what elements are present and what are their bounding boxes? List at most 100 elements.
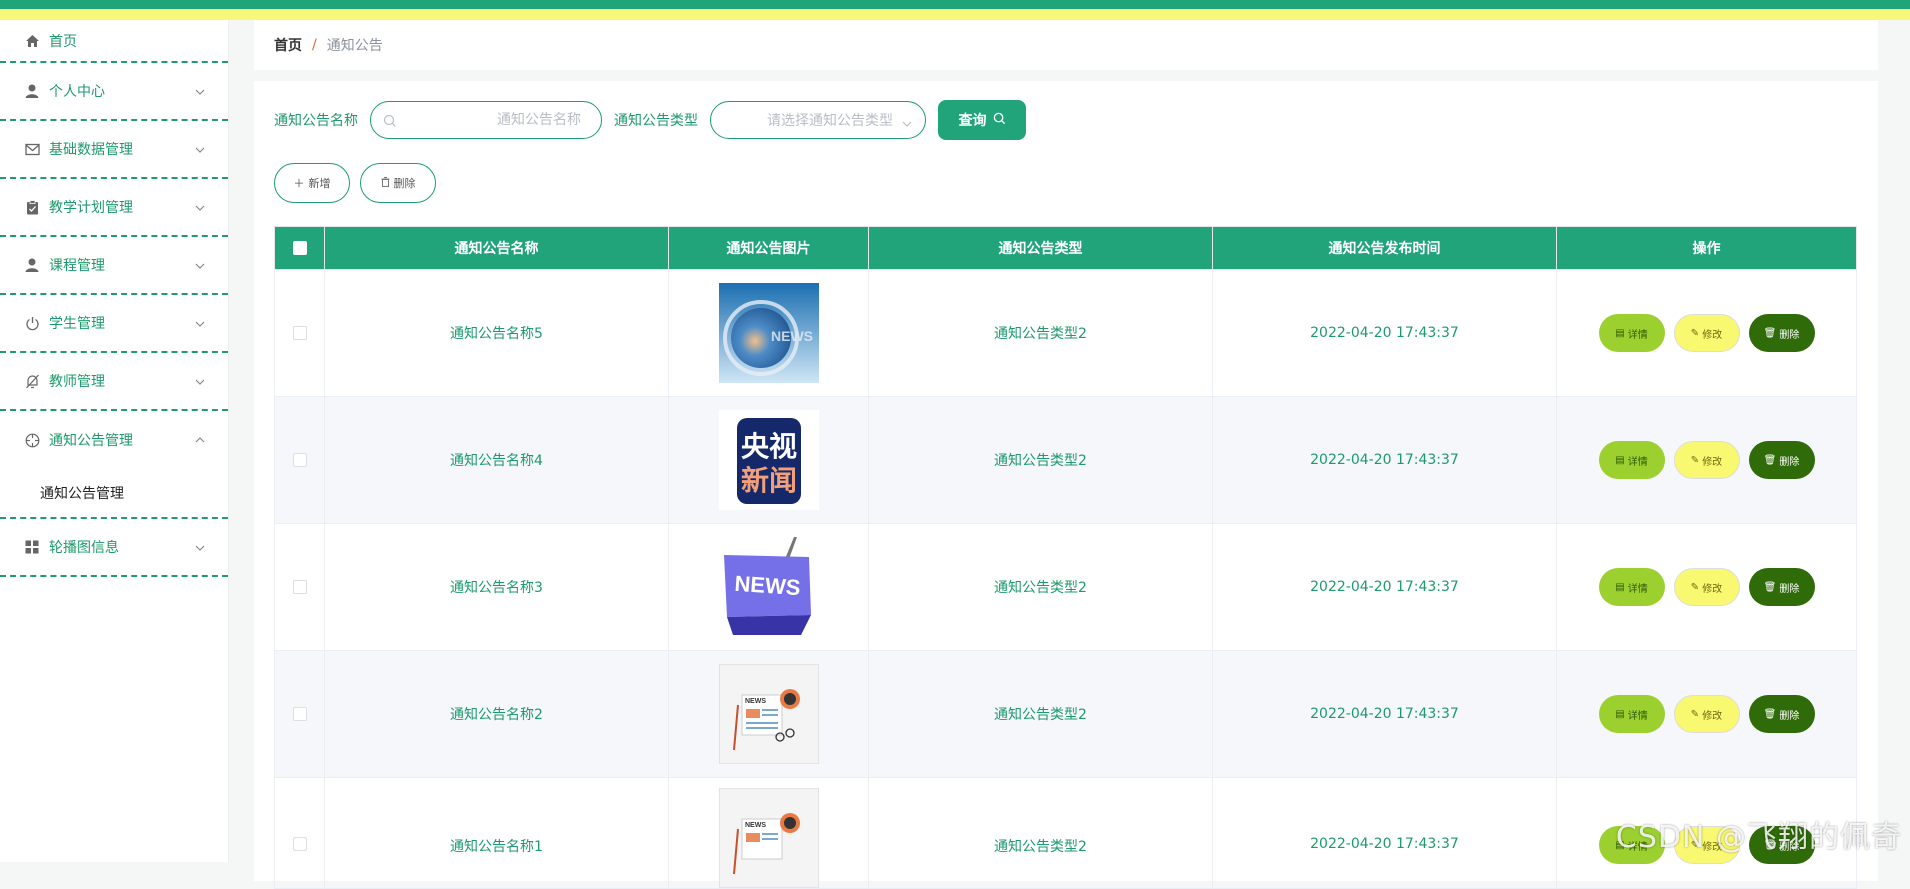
row-checkbox[interactable] [293, 707, 307, 721]
notice-time-cell: 2022-04-20 17:43:37 [1213, 397, 1557, 524]
select-all-header [275, 227, 325, 270]
top-color-bar [0, 0, 1910, 20]
edit-button-label: 修改 [1702, 453, 1722, 468]
table-header-row: 通知公告名称 通知公告图片 通知公告类型 通知公告发布时间 操作 [275, 227, 1857, 270]
detail-button[interactable]: ▤详情 [1599, 568, 1665, 606]
trash-icon: 🗑 [1764, 328, 1777, 339]
row-checkbox[interactable] [293, 326, 307, 340]
news-key-image[interactable]: NEWS [719, 537, 819, 637]
notice-type-cell: 通知公告类型2 [869, 651, 1213, 778]
cctv-news-logo-image[interactable]: 央视 新闻 [719, 410, 819, 510]
delete-button[interactable]: 🗑删除 [1749, 695, 1815, 733]
row-checkbox[interactable] [293, 453, 307, 467]
add-button-label: 新增 [309, 175, 331, 191]
action-bar: ＋ 新增 删除 [274, 163, 436, 203]
select-all-checkbox[interactable] [293, 241, 307, 255]
sidebar-item-course[interactable]: 课程管理 [0, 237, 228, 295]
chevron-down-icon [194, 83, 206, 95]
add-button[interactable]: ＋ 新增 [274, 163, 350, 203]
newspaper-illustration-image[interactable]: NEWS [719, 664, 819, 764]
user-icon [24, 83, 40, 99]
submenu-item-label: 通知公告管理 [40, 483, 124, 503]
type-select-placeholder: 请选择通知公告类型 [767, 110, 893, 130]
name-search-input[interactable] [371, 102, 601, 138]
table-row: 通知公告名称4 央视 新闻 通知公告类型2 2022-04-20 17:43:3… [275, 397, 1857, 524]
document-icon: ▤ [1615, 328, 1624, 339]
row-checkbox[interactable] [293, 837, 307, 851]
detail-button-label: 详情 [1628, 326, 1648, 341]
row-checkbox[interactable] [293, 580, 307, 594]
news-globe-image[interactable]: NEWS [719, 283, 819, 383]
sidebar-item-basic-data[interactable]: 基础数据管理 [0, 121, 228, 179]
delete-button-label: 删除 [1779, 326, 1799, 341]
document-icon: ▤ [1615, 709, 1624, 720]
delete-button[interactable]: 🗑删除 [1749, 314, 1815, 352]
chevron-down-icon [194, 199, 206, 211]
sidebar-item-teaching-plan[interactable]: 教学计划管理 [0, 179, 228, 237]
notice-name-cell: 通知公告名称5 [325, 270, 669, 397]
notice-name-cell: 通知公告名称2 [325, 651, 669, 778]
notice-image-cell: 央视 新闻 [669, 397, 869, 524]
sidebar-item-home[interactable]: 首页 [0, 20, 228, 63]
svg-text:NEWS: NEWS [745, 822, 766, 829]
chevron-down-icon [194, 141, 206, 153]
batch-delete-button[interactable]: 删除 [360, 163, 436, 203]
table-row: 通知公告名称5 NEWS [275, 270, 1857, 397]
edit-button[interactable]: ✎修改 [1674, 441, 1740, 479]
edit-button[interactable]: ✎修改 [1674, 314, 1740, 352]
detail-button-label: 详情 [1628, 453, 1648, 468]
delete-button[interactable]: 🗑删除 [1749, 441, 1815, 479]
notice-image-cell: NEWS [669, 524, 869, 651]
breadcrumb-home[interactable]: 首页 [274, 35, 302, 55]
delete-button-label: 删除 [1779, 453, 1799, 468]
type-select[interactable]: 请选择通知公告类型 [710, 101, 926, 139]
detail-button[interactable]: ▤详情 [1599, 695, 1665, 733]
row-select-cell [275, 397, 325, 524]
breadcrumb: 首页 / 通知公告 [254, 20, 1878, 70]
notice-name-cell: 通知公告名称4 [325, 397, 669, 524]
trash-icon: 🗑 [1764, 709, 1777, 720]
edit-button-label: 修改 [1702, 707, 1722, 722]
watermark: CSDN @飞翔的佩奇 [1616, 812, 1902, 856]
notice-type-cell: 通知公告类型2 [869, 270, 1213, 397]
edit-button-label: 修改 [1702, 326, 1722, 341]
power-icon [24, 315, 40, 331]
detail-button[interactable]: ▤ 详情 [1599, 314, 1665, 352]
notice-image-cell: NEWS [669, 778, 869, 889]
trash-icon: 🗑 [1764, 455, 1777, 466]
pencil-icon: ✎ [1691, 328, 1699, 339]
chevron-down-icon [901, 115, 913, 134]
delete-button-label: 删除 [1779, 580, 1799, 595]
table-row: 通知公告名称2 NEWS [275, 651, 1857, 778]
svg-text:NEWS: NEWS [771, 328, 813, 344]
plus-icon: ＋ [294, 175, 305, 191]
delete-button[interactable]: 🗑删除 [1749, 568, 1815, 606]
home-icon [24, 33, 40, 49]
sidebar-item-notice-management[interactable]: 通知公告管理 [0, 411, 228, 469]
sidebar-item-personal-center[interactable]: 个人中心 [0, 63, 228, 121]
sidebar-item-label: 教师管理 [49, 371, 105, 391]
notice-name-cell: 通知公告名称1 [325, 778, 669, 889]
row-select-cell [275, 778, 325, 889]
name-search-field[interactable] [370, 101, 602, 139]
detail-button[interactable]: ▤ 详情 [1599, 441, 1665, 479]
sidebar-item-carousel[interactable]: 轮播图信息 [0, 519, 228, 577]
query-button[interactable]: 查询 [938, 100, 1026, 140]
sidebar-item-student[interactable]: 学生管理 [0, 295, 228, 353]
column-header: 通知公告图片 [669, 227, 869, 270]
edit-button[interactable]: ✎修改 [1674, 568, 1740, 606]
sidebar: 首页 个人中心 基础数据管理 教学计划管理 课程管理 学生管理 [0, 20, 229, 862]
cctv-logo-text-top: 央视 [740, 430, 796, 463]
edit-button[interactable]: ✎修改 [1674, 695, 1740, 733]
type-select-label: 通知公告类型 [614, 110, 698, 130]
submenu-item-notice-management[interactable]: 通知公告管理 [0, 469, 228, 519]
newspaper-illustration-image[interactable]: NEWS [719, 788, 819, 888]
content-panel: 通知公告名称 通知公告类型 请选择通知公告类型 查询 ＋ 新增 [254, 81, 1878, 881]
trash-icon: 🗑 [1764, 582, 1777, 593]
sidebar-item-label: 轮播图信息 [49, 537, 119, 557]
name-search-label: 通知公告名称 [274, 110, 358, 130]
chevron-down-icon [194, 315, 206, 327]
document-icon: ▤ [1615, 455, 1624, 466]
sidebar-item-teacher[interactable]: 教师管理 [0, 353, 228, 411]
notice-image-cell: NEWS [669, 651, 869, 778]
